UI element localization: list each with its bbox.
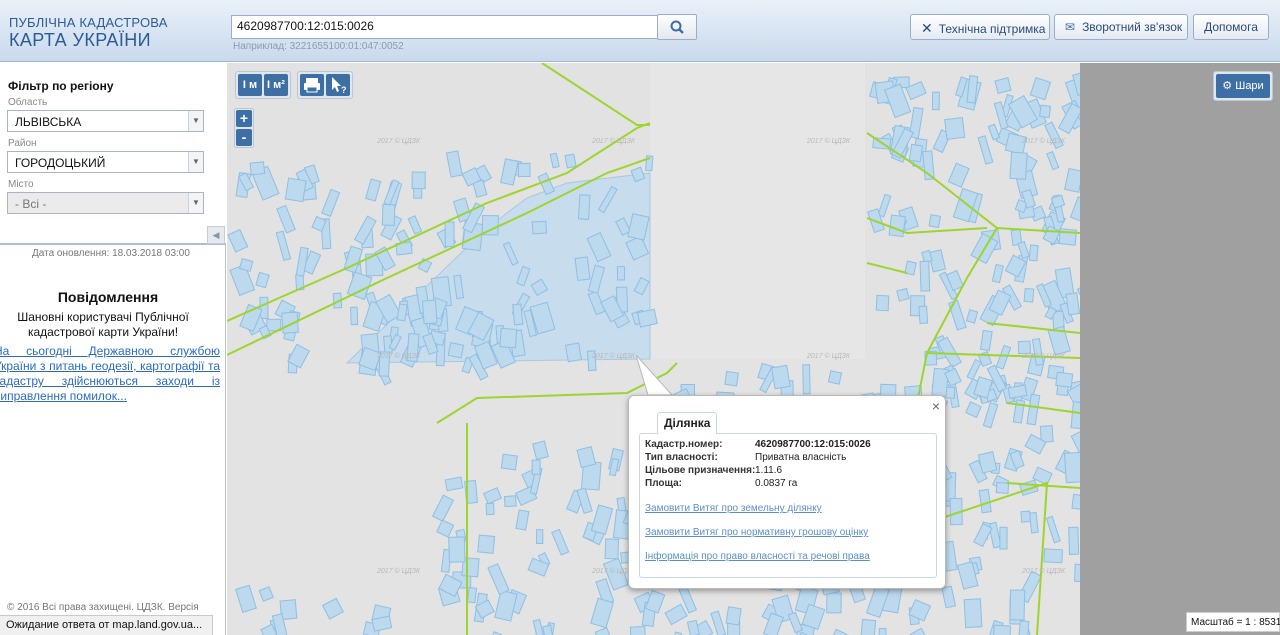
district-value: ГОРОДОЦЬКИЙ	[15, 156, 106, 170]
map-watermark: 2017 © ЦДЗК	[376, 352, 421, 360]
measure-toolbar: I м I м²	[235, 71, 291, 99]
help-button[interactable]: Допомога	[1193, 14, 1269, 40]
notice-body: Шановні користувачі Публічної кадастрово…	[17, 310, 189, 339]
filter-title: Фільтр по регіону	[8, 79, 114, 93]
logo-line2: КАРТА УКРАЇНИ	[9, 30, 151, 50]
feedback-label: Зворотний зв'язок	[1082, 20, 1183, 34]
field-value: 1.11.6	[755, 465, 783, 476]
chevron-down-icon: ▼	[188, 111, 203, 131]
map-watermark: 2017 © ЦДЗК	[1021, 137, 1066, 145]
ownership-info-link[interactable]: Інформація про право власності та речові…	[645, 551, 870, 562]
layers-button[interactable]: ⚙ Шари	[1213, 71, 1273, 101]
close-icon[interactable]: ×	[932, 398, 940, 414]
notice-title: Повідомлення	[57, 289, 159, 305]
map-watermark: 2017 © ЦДЗК	[1021, 352, 1066, 360]
field-value: Приватна власність	[755, 452, 847, 463]
pointer-question-icon: ?	[332, 77, 347, 95]
region-label: Область	[8, 97, 48, 108]
header: ПУБЛІЧНА КАДАСТРОВА КАРТА УКРАЇНИ 462098…	[0, 0, 1280, 62]
zoom-out-button[interactable]: -	[236, 129, 252, 146]
order-valuation-link[interactable]: Замовити Витяг про нормативну грошову оц…	[645, 527, 868, 538]
collapse-sidebar-button[interactable]: ◀	[207, 226, 225, 244]
parcel-info-panel: Кадастр.номер: 4620987700:12:015:0026 Ти…	[639, 433, 937, 578]
city-value: - Всі -	[15, 197, 47, 211]
identify-button[interactable]: ?	[326, 74, 350, 96]
search-hint: Наприклад: 3221655100:01:047:0052	[233, 41, 404, 52]
field-key: Тип власності:	[645, 452, 718, 463]
logo-line1: ПУБЛІЧНА КАДАСТРОВА	[9, 15, 168, 30]
update-date: Дата оновлення: 18.03.2018 03:00	[32, 248, 190, 259]
tech-support-button[interactable]: ✕ Технічна підтримка	[910, 14, 1050, 40]
map-watermark: 2017 © ЦДЗК	[591, 137, 636, 145]
tools-toolbar: ?	[297, 71, 353, 99]
zoom-in-button[interactable]: +	[236, 110, 252, 127]
help-label: Допомога	[1204, 20, 1258, 34]
city-label: Місто	[8, 179, 34, 190]
field-key: Цільове призначення:	[645, 465, 756, 476]
browser-status-bar: Ожидание ответа от map.land.gov.ua...	[0, 615, 213, 635]
field-key: Площа:	[645, 478, 682, 489]
region-value: ЛЬВІВСЬКА	[15, 115, 82, 129]
map-empty-area	[1080, 63, 1280, 635]
district-label: Район	[8, 138, 37, 149]
chevron-down-icon: ▼	[188, 152, 203, 172]
map-watermark: 2017 © ЦДЗК	[806, 352, 851, 360]
search-button[interactable]	[657, 14, 697, 40]
sidebar: Фільтр по регіону Область ЛЬВІВСЬКА ▼ Ра…	[0, 63, 226, 635]
map-watermark: 2017 © ЦДЗК	[806, 137, 851, 145]
region-select[interactable]: ЛЬВІВСЬКА ▼	[7, 110, 204, 132]
svg-text:?: ?	[341, 85, 347, 95]
field-value: 0.0837 га	[755, 478, 798, 489]
map-watermark: 2017 © ЦДЗК	[376, 567, 421, 575]
tab-parcel[interactable]: Ділянка	[657, 412, 718, 434]
layers-label: Шари	[1235, 80, 1264, 92]
measure-area-button[interactable]: I м²	[264, 74, 288, 96]
map-scale: Масштаб = 1 : 8531	[1186, 612, 1280, 632]
city-select[interactable]: - Всі - ▼	[7, 192, 204, 214]
copyright: © 2016 Всі права захищені. ЦДЗК. Версія	[7, 602, 199, 613]
envelope-icon: ✉	[1065, 20, 1076, 34]
tools-icon: ✕	[921, 20, 933, 36]
parcel-popup: × Ділянка Кадастр.номер: 4620987700:12:0…	[628, 395, 946, 589]
zoom-control: + -	[234, 108, 254, 148]
cadastral-search-input[interactable]: 4620987700:12:015:0026	[231, 15, 658, 39]
search-icon	[670, 20, 684, 34]
print-button[interactable]	[300, 74, 324, 96]
map-watermark: 2017 © ЦДЗК	[1021, 567, 1066, 575]
layers-button-inner: ⚙ Шари	[1216, 74, 1270, 98]
notice-link[interactable]: На сьогодні Державною службою України з …	[0, 344, 220, 404]
measure-length-button[interactable]: I м	[238, 74, 262, 96]
district-select[interactable]: ГОРОДОЦЬКИЙ ▼	[7, 151, 204, 173]
map-watermark: 2017 © ЦДЗК	[591, 352, 636, 360]
field-value: 4620987700:12:015:0026	[755, 439, 871, 450]
logo[interactable]: ПУБЛІЧНА КАДАСТРОВА КАРТА УКРАЇНИ	[9, 16, 168, 49]
field-key: Кадастр.номер:	[645, 439, 723, 450]
order-extract-link[interactable]: Замовити Витяг про земельну ділянку	[645, 503, 822, 514]
region-filter: Фільтр по регіону Область ЛЬВІВСЬКА ▼ Ра…	[0, 63, 226, 245]
gear-icon: ⚙	[1222, 80, 1233, 92]
feedback-button[interactable]: ✉ Зворотний зв'язок	[1054, 14, 1188, 40]
map-watermark: 2017 © ЦДЗК	[376, 137, 421, 145]
popup-pointer	[636, 355, 674, 400]
print-icon	[304, 78, 320, 93]
chevron-down-icon: ▼	[188, 193, 203, 213]
tech-support-label: Технічна підтримка	[938, 22, 1046, 36]
